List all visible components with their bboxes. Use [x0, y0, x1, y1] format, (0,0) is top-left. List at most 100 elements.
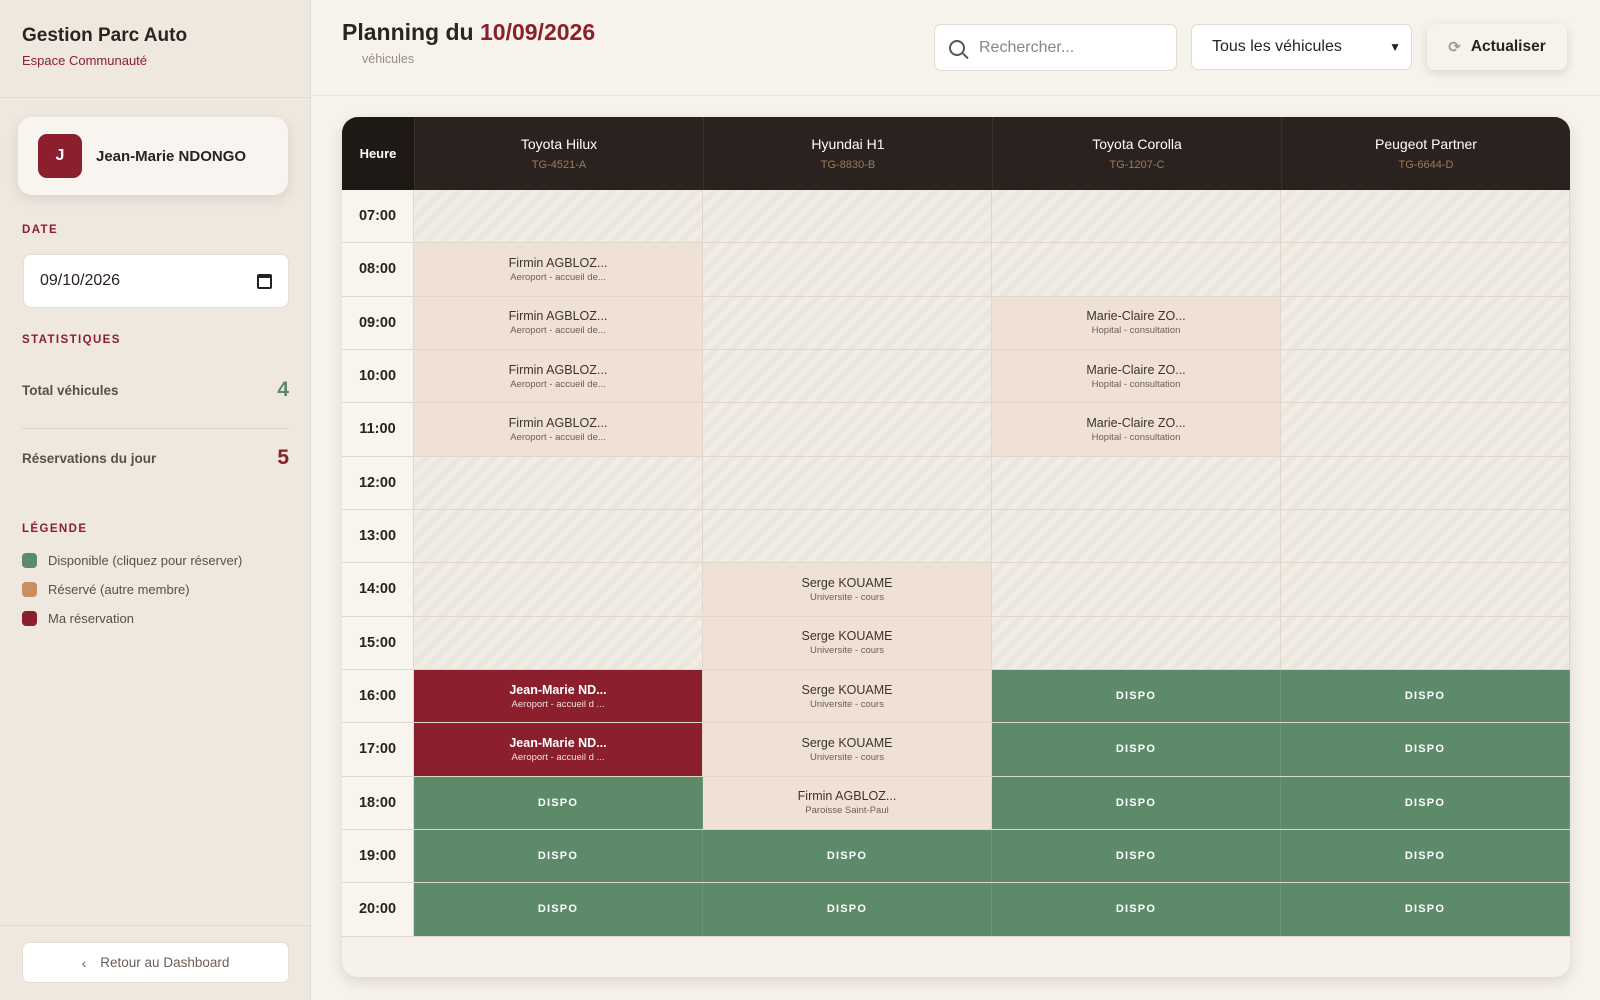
my-reservation-slot[interactable]: Jean-Marie ND... Aeroport - accueil d ...	[414, 669, 703, 723]
reservation-purpose: Hopital - consultation	[1091, 325, 1181, 337]
past-slot	[992, 616, 1281, 669]
sidebar: Gestion Parc Auto Espace Communauté J Je…	[0, 0, 311, 1000]
available-label: DISPO	[1404, 850, 1446, 863]
past-slot	[992, 243, 1281, 296]
available-slot[interactable]: DISPO	[992, 829, 1281, 883]
stat-divider	[22, 428, 289, 429]
vehicle-name: Toyota Corolla	[1092, 136, 1182, 152]
available-slot[interactable]: DISPO	[414, 829, 703, 883]
past-slot	[703, 403, 992, 456]
available-label: DISPO	[826, 903, 868, 916]
available-slot[interactable]: DISPO	[414, 883, 703, 936]
past-slot	[1281, 456, 1570, 509]
stat-label: Total véhicules	[22, 382, 119, 398]
past-slot	[1281, 563, 1570, 616]
past-slot	[414, 616, 703, 669]
time-slot-row: 13:00	[342, 509, 1570, 564]
available-slot[interactable]: DISPO	[1281, 883, 1570, 936]
stat-total-vehicles: Total véhicules 4	[22, 378, 289, 402]
time-label: 17:00	[342, 723, 414, 776]
back-label: Retour au Dashboard	[100, 955, 230, 970]
reservation-member: Marie-Claire ZO...	[1086, 415, 1186, 430]
time-slot-row: 10:00 Firmin AGBLOZ... Aeroport - accueil …	[342, 349, 1570, 404]
stats-section-label: STATISTIQUES	[22, 334, 121, 346]
reserved-slot: Firmin AGBLOZ... Aeroport - accueil de...	[414, 243, 703, 296]
available-label: DISPO	[1115, 690, 1157, 703]
past-slot	[703, 296, 992, 349]
reserved-slot: Serge KOUAME Universite - cours	[703, 616, 992, 669]
reservation-member: Serge KOUAME	[801, 575, 893, 590]
legend-label: Ma réservation	[48, 611, 134, 626]
time-label: 11:00	[342, 403, 414, 456]
date-input[interactable]: 09/10/2026	[23, 254, 289, 308]
reservation-member: Marie-Claire ZO...	[1086, 362, 1186, 377]
reservation-purpose: Universite - cours	[810, 591, 884, 603]
reserved-slot: Marie-Claire ZO... Hopital - consultation	[992, 296, 1281, 349]
time-label: 19:00	[342, 829, 414, 883]
vehicle-plate: TG-4521-A	[531, 159, 587, 171]
time-slot-row: 18:00 DISPO Firmin AGBLOZ... Paroisse Saint…	[342, 776, 1570, 830]
chevron-left-icon: ‹	[81, 954, 87, 971]
past-slot	[992, 563, 1281, 616]
time-label: 08:00	[342, 243, 414, 296]
available-label: DISPO	[1404, 903, 1446, 916]
available-slot[interactable]: DISPO	[1281, 669, 1570, 723]
vehicle-name: Toyota Hilux	[520, 136, 598, 152]
available-slot[interactable]: DISPO	[1281, 829, 1570, 883]
time-slot-row: 07:00	[342, 190, 1570, 244]
reserved-slot: Firmin AGBLOZ... Paroisse Saint-Paul	[703, 776, 992, 829]
past-slot	[1281, 296, 1570, 349]
reservation-purpose: Paroisse Saint-Paul	[805, 805, 889, 817]
legend-label: Réservé (autre membre)	[48, 582, 190, 597]
app-subtitle: Espace Communauté	[22, 53, 148, 68]
available-label: DISPO	[1115, 903, 1157, 916]
available-label: DISPO	[1404, 796, 1446, 809]
time-slot-row: 11:00 Firmin AGBLOZ... Aeroport - accueil …	[342, 403, 1570, 457]
reservation-member: Jean-Marie ND...	[509, 682, 607, 697]
back-to-dashboard-button[interactable]: ‹ Retour au Dashboard	[22, 942, 289, 983]
past-slot	[703, 509, 992, 563]
time-label: 20:00	[342, 883, 414, 936]
available-slot[interactable]: DISPO	[703, 883, 992, 936]
available-slot[interactable]: DISPO	[1281, 776, 1570, 829]
vehicle-filter-select[interactable]: Tous les véhicules ▼	[1191, 24, 1412, 70]
reservation-purpose: Aeroport - accueil de...	[510, 325, 606, 337]
reservation-member: Serge KOUAME	[801, 629, 893, 644]
reservation-member: Jean-Marie ND...	[509, 735, 607, 750]
past-slot	[992, 456, 1281, 509]
grid-header: Heure Toyota Hilux TG-4521-A Hyundai H1 TG-…	[342, 117, 1570, 190]
vehicle-plate: TG-1207-C	[1109, 159, 1165, 171]
available-label: DISPO	[826, 850, 868, 863]
legend-reserved: Réservé (autre membre)	[22, 582, 190, 597]
available-slot[interactable]: DISPO	[703, 829, 992, 883]
page-title-prefix: Planning du	[342, 19, 474, 45]
time-label: 09:00	[342, 296, 414, 349]
search-input[interactable]: Rechercher...	[934, 24, 1177, 71]
past-slot	[1281, 349, 1570, 403]
time-slot-row: 14:00 Serge KOUAME Universite - cours	[342, 563, 1570, 617]
available-slot[interactable]: DISPO	[992, 776, 1281, 829]
time-label: 07:00	[342, 190, 414, 243]
reservation-purpose: Universite - cours	[810, 698, 884, 710]
available-label: DISPO	[1115, 850, 1157, 863]
available-label: DISPO	[1404, 743, 1446, 756]
available-slot[interactable]: DISPO	[992, 723, 1281, 776]
calendar-icon[interactable]	[257, 273, 272, 289]
available-slot[interactable]: DISPO	[992, 883, 1281, 936]
available-slot[interactable]: DISPO	[1281, 723, 1570, 776]
reservation-purpose: Aeroport - accueil d ...	[511, 751, 605, 763]
past-slot	[414, 563, 703, 616]
reservation-member: Marie-Claire ZO...	[1086, 309, 1186, 324]
available-slot[interactable]: DISPO	[992, 669, 1281, 723]
reservation-member: Firmin AGBLOZ...	[508, 362, 608, 377]
available-slot[interactable]: DISPO	[414, 776, 703, 829]
past-slot	[1281, 243, 1570, 296]
refresh-button[interactable]: ⟳ Actualiser	[1427, 24, 1567, 70]
reservation-member: Firmin AGBLOZ...	[508, 255, 608, 270]
legend-swatch-available	[22, 553, 37, 568]
search-icon	[949, 39, 965, 56]
vehicle-plate: TG-8830-B	[820, 159, 876, 171]
past-slot	[703, 349, 992, 403]
my-reservation-slot[interactable]: Jean-Marie ND... Aeroport - accueil d ...	[414, 723, 703, 776]
vehicle-name: Hyundai H1	[811, 136, 885, 152]
